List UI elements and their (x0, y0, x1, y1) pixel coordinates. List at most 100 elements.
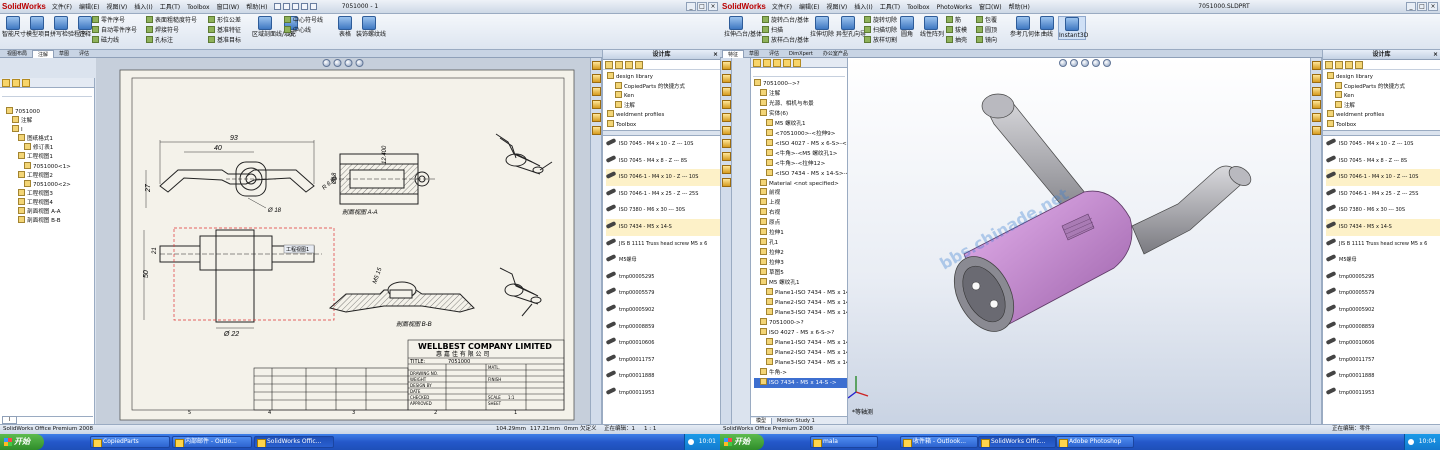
spline-icon[interactable] (721, 139, 731, 148)
instant3d-button[interactable]: Instant3D (1058, 16, 1088, 40)
tree-feature[interactable]: Plane3-ISO 7434 - M5 x 14-S (754, 308, 847, 318)
part-item[interactable]: ISO 7045 - M4 x 8 - Z --- 8S (1325, 153, 1440, 170)
pin-icon[interactable]: × (1433, 50, 1438, 60)
taskbar-item[interactable]: mala (810, 436, 878, 448)
appearances-icon[interactable] (591, 113, 601, 122)
tree-feature-selected[interactable]: ISO 7434 - M5 x 14-S -> (754, 377, 847, 388)
mirror-button[interactable]: 镜向 (976, 36, 997, 45)
tree-drawing-view-4[interactable]: 工程视图4 (6, 198, 94, 207)
part-item[interactable]: tmp00005579 (605, 285, 720, 302)
dimxpert-icon[interactable] (783, 59, 791, 67)
menu-edit[interactable]: 编辑(E) (799, 4, 819, 11)
part-item[interactable]: tmp00010606 (605, 335, 720, 352)
sketch-icon[interactable] (721, 61, 731, 70)
surface-finish-button[interactable]: 表面粗糙度符号 (146, 16, 197, 25)
loft-cut-button[interactable]: 放样切割 (864, 36, 897, 45)
tree-feature[interactable]: 孔1 (754, 238, 847, 248)
part-item[interactable]: ISO 7046-1 - M4 x 10 - Z --- 10S (605, 169, 720, 186)
tab-office-products[interactable]: 办公室产品 (818, 50, 853, 57)
arc-icon[interactable] (721, 126, 731, 135)
back-icon[interactable] (1325, 61, 1333, 69)
part-item[interactable]: ISO 7046-1 - M4 x 25 - Z --- 25S (605, 186, 720, 203)
new-folder-icon[interactable] (635, 61, 643, 69)
smart-dim-icon[interactable] (721, 74, 731, 83)
start-button[interactable]: 开始 (720, 434, 764, 450)
tree-feature[interactable]: 拉伸3 (754, 258, 847, 268)
sheet-tab-1[interactable]: I (2, 416, 18, 424)
revolve-cut-button[interactable]: 旋转切除 (864, 16, 897, 25)
tree-annotations[interactable]: 注解 (754, 89, 847, 99)
tree-body[interactable]: <ISO 4027 - M5 x 6-S>-<5 (754, 139, 847, 149)
draft-button[interactable]: 拔模 (946, 26, 967, 35)
start-button[interactable]: 开始 (0, 434, 44, 450)
tree-lights-cameras[interactable]: 光源、相机与布景 (754, 99, 847, 109)
menu-view[interactable]: 视图(V) (826, 4, 847, 11)
close-button[interactable]: × (1428, 2, 1438, 11)
part-item[interactable]: ISO 7046-1 - M4 x 10 - Z --- 10S (1325, 169, 1440, 186)
forward-icon[interactable] (615, 61, 623, 69)
part-item[interactable]: ISO 7045 - M4 x 10 - Z --- 10S (1325, 136, 1440, 153)
lib-design-library[interactable]: design library (1327, 72, 1438, 82)
part-item[interactable]: tmp00011888 (605, 368, 720, 385)
back-icon[interactable] (605, 61, 613, 69)
menu-tools[interactable]: 工具(T) (880, 4, 900, 11)
tree-feature[interactable]: Plane3-ISO 7434 - M5 x 14-S (754, 358, 847, 368)
table-button[interactable]: 表格 (334, 16, 356, 38)
resources-icon[interactable] (591, 61, 601, 70)
tree-feature[interactable]: M5 螺纹孔1 (754, 278, 847, 288)
taskbar-item[interactable]: Adobe Photoshop (1056, 436, 1134, 448)
part-item[interactable]: ISO 7434 - M5 x 14-S (605, 218, 720, 236)
curves-button[interactable]: 曲线 (1036, 16, 1058, 38)
weld-symbol-button[interactable]: 焊接符号 (146, 26, 179, 35)
tree-feature[interactable]: 牛角-> (754, 368, 847, 378)
tree-part-ref-1[interactable]: 7051000<1> (6, 162, 94, 171)
ref-geometry-button[interactable]: 参考几何体 (1010, 16, 1040, 38)
tree-drawing-view-1[interactable]: 工程视图1 (6, 152, 94, 161)
part-item[interactable]: JIS B 1111 Truss head screw M5 x 6 (1325, 236, 1440, 253)
part-item[interactable]: tmp00005579 (1325, 285, 1440, 302)
tree-filter[interactable] (2, 89, 92, 97)
part-item[interactable]: M5螺母 (605, 252, 720, 269)
smart-dimension-button[interactable]: 智能尺寸 (2, 16, 26, 38)
custom-props-icon[interactable] (1311, 126, 1321, 135)
lib-ken[interactable]: Ken (607, 91, 718, 101)
tab-sketch[interactable]: 草图 (54, 50, 74, 57)
tree-feature[interactable]: Plane2-ISO 7434 - M5 x 14-S (754, 348, 847, 358)
wrap-button[interactable]: 包覆 (976, 16, 997, 25)
tree-feature[interactable]: 拉伸2 (754, 248, 847, 258)
tree-body[interactable]: <7051000>-<拉伸9> (754, 129, 847, 139)
tab-features[interactable]: 特征 (722, 49, 745, 58)
lib-ken[interactable]: Ken (1327, 91, 1438, 101)
tree-drawing-view-2[interactable]: 工程视图2 (6, 171, 94, 180)
lib-design-library[interactable]: design library (607, 72, 718, 82)
file-explorer-icon[interactable] (1311, 87, 1321, 96)
custom-props-icon[interactable] (591, 126, 601, 135)
tree-sheet[interactable]: I (6, 125, 94, 134)
menu-help[interactable]: 帮助(H) (1009, 4, 1030, 11)
part-item[interactable]: tmp00005902 (1325, 302, 1440, 319)
restore-button[interactable]: □ (1417, 2, 1427, 11)
lib-copied-parts[interactable]: CopiedParts 的快捷方式 (607, 82, 718, 92)
part-item[interactable]: ISO 7380 - M6 x 30 --- 30S (605, 202, 720, 219)
menu-edit[interactable]: 编辑(E) (79, 4, 99, 11)
minimize-button[interactable]: _ (686, 2, 696, 11)
new-icon[interactable] (274, 3, 282, 10)
view-palette-icon[interactable] (591, 100, 601, 109)
part-item[interactable]: tmp00011757 (605, 352, 720, 369)
property-icon[interactable] (763, 59, 771, 67)
auto-balloon-button[interactable]: 自动零件序号 (92, 26, 137, 35)
tree-material[interactable]: Material <not specified> (754, 179, 847, 189)
center-mark-button[interactable]: 中心符号线 (284, 16, 323, 25)
tree-body[interactable]: <牛角>-<拉伸12> (754, 159, 847, 169)
config-icon[interactable] (773, 59, 781, 67)
trim-icon[interactable] (721, 152, 731, 161)
part-item[interactable]: tmp00010606 (1325, 335, 1440, 352)
tree-body[interactable]: <ISO 7434 - M5 x 14-S>-< (754, 169, 847, 179)
close-button[interactable]: × (708, 2, 718, 11)
area-hatch-button[interactable]: 区域剖面线/填充 (252, 16, 296, 38)
add-location-icon[interactable] (625, 61, 633, 69)
tree-annotations[interactable]: 注解 (6, 116, 94, 125)
rectangle-icon[interactable] (721, 100, 731, 109)
datum-target-button[interactable]: 基准目标 (208, 36, 241, 45)
model-items-button[interactable]: 模型项目 (26, 16, 50, 38)
